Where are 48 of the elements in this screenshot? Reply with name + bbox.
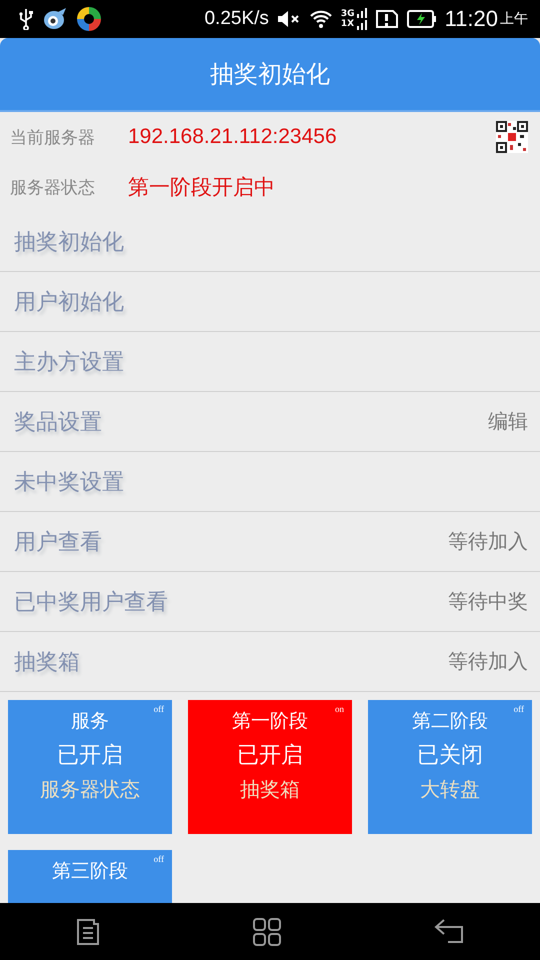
info-label: 当前服务器 <box>10 126 96 148</box>
menu-item[interactable]: 用户初始化 <box>0 272 540 332</box>
clock: 11:20 <box>444 6 498 32</box>
sim-alert-icon <box>374 9 399 29</box>
tile-status: 已开启 <box>237 742 303 770</box>
clock-period: 上午 <box>500 10 528 28</box>
network-type: 3G <box>340 9 355 19</box>
page-title: 抽奖初始化 <box>210 59 330 90</box>
switch-label: off <box>154 704 164 714</box>
menu-item[interactable]: 已中奖用户查看 等待中奖 <box>0 572 540 632</box>
network-speed: 0.25K/s <box>204 8 269 30</box>
menu-item[interactable]: 奖品设置 编辑 <box>0 392 540 452</box>
app-icon <box>76 6 102 32</box>
switch-label: off <box>154 854 164 864</box>
signal-icon <box>356 7 367 31</box>
tile-title: 第一阶段 <box>232 709 308 734</box>
menu-icon[interactable] <box>76 918 100 946</box>
tile-status: 已开启 <box>57 742 123 770</box>
info-label: 服务器状态 <box>10 176 96 198</box>
menu-item[interactable]: 主办方设置 <box>0 332 540 392</box>
battery-icon <box>406 10 437 28</box>
tile-title: 第三阶段 <box>52 859 128 884</box>
info-value: 第一阶段开启中 <box>128 175 276 201</box>
stage-tile[interactable]: off 服务 已开启 服务器状态 <box>8 700 172 834</box>
menu-item[interactable]: 抽奖箱 等待加入 <box>0 632 540 692</box>
stage-tile[interactable]: on 第一阶段 已开启 抽奖箱 <box>188 700 352 834</box>
switch-label: off <box>514 704 524 714</box>
wifi-icon <box>308 9 333 29</box>
back-icon[interactable] <box>434 918 464 946</box>
home-icon[interactable] <box>252 918 281 946</box>
mute-icon <box>276 10 301 28</box>
qr-code-icon[interactable] <box>496 121 528 153</box>
stage-tile[interactable]: off 第二阶段 已关闭 大转盘 <box>368 700 532 834</box>
switch-label: on <box>335 704 344 714</box>
tile-status: 已关闭 <box>417 742 483 770</box>
menu-item[interactable]: 未中奖设置 <box>0 452 540 512</box>
app-icon <box>42 7 68 31</box>
tile-subtitle: 大转盘 <box>420 776 480 803</box>
tile-subtitle: 服务器状态 <box>40 776 140 803</box>
network-type: 1X <box>340 19 355 29</box>
usb-icon <box>18 8 34 30</box>
tile-title: 服务 <box>71 709 109 734</box>
menu-item[interactable]: 抽奖初始化 <box>0 212 540 272</box>
info-value: 192.168.21.112:23456 <box>128 125 338 149</box>
tile-title: 第二阶段 <box>412 709 488 734</box>
menu-item[interactable]: 用户查看 等待加入 <box>0 512 540 572</box>
stage-tile[interactable]: off 第三阶段 <box>8 850 172 903</box>
tile-subtitle: 抽奖箱 <box>240 776 300 803</box>
